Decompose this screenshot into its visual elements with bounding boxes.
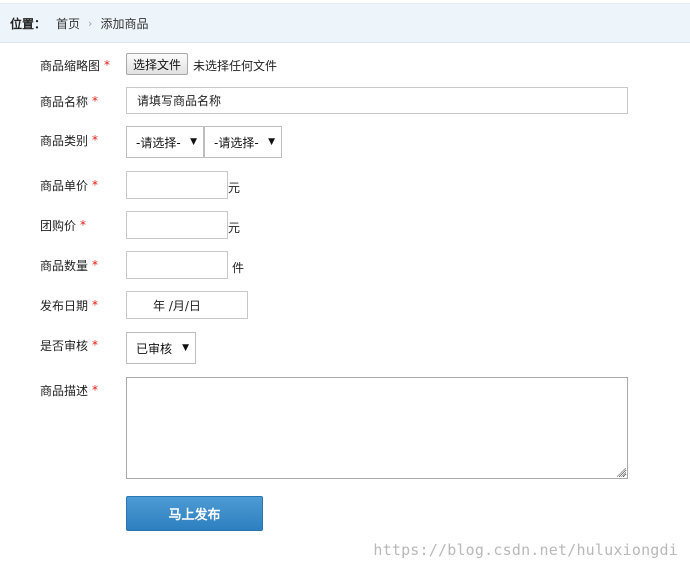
- triangle-down-icon: ▼: [182, 343, 189, 353]
- required-mark: *: [92, 94, 99, 108]
- review-select[interactable]: 已审核 ▼: [126, 332, 196, 364]
- required-mark: *: [92, 178, 99, 192]
- category-label-text: 商品类别: [40, 133, 89, 148]
- quantity-label-text: 商品数量: [40, 258, 89, 273]
- unit-price-unit: 元: [228, 180, 241, 195]
- unit-price-label: 商品单价 *: [40, 171, 98, 199]
- group-price-unit: 元: [228, 220, 241, 235]
- required-mark: *: [104, 58, 111, 72]
- description-textarea[interactable]: [126, 377, 628, 479]
- unit-price-label-text: 商品单价: [40, 178, 89, 193]
- category-select-secondary-value: -请选择-: [214, 135, 259, 150]
- chevron-right-icon: ›: [88, 16, 93, 30]
- unit-price-input[interactable]: [126, 171, 228, 199]
- category-label: 商品类别 *: [40, 126, 98, 154]
- group-price-label-text: 团购价: [40, 218, 77, 233]
- description-label-text: 商品描述: [40, 383, 89, 398]
- group-price-label: 团购价 *: [40, 211, 86, 239]
- breadcrumb-label: 位置：: [10, 16, 47, 31]
- quantity-label: 商品数量 *: [40, 251, 98, 279]
- description-label: 商品描述 *: [40, 377, 98, 403]
- group-price-input[interactable]: [126, 211, 228, 239]
- publish-button[interactable]: 马上发布: [126, 496, 263, 531]
- name-label: 商品名称 *: [40, 86, 98, 116]
- publish-date-input[interactable]: 年 /月/日: [126, 291, 248, 319]
- required-mark: *: [92, 298, 99, 312]
- review-row: 是否审核 * 已审核 ▼: [0, 332, 690, 364]
- unit-price-row: 商品单价 * 元: [0, 171, 690, 199]
- category-row: 商品类别 * -请选择- ▼ -请选择- ▼: [0, 126, 690, 158]
- watermark: https://blog.csdn.net/huluxiongdi: [373, 541, 678, 559]
- quantity-input[interactable]: [126, 251, 228, 279]
- thumbnail-label: 商品缩略图 *: [40, 50, 110, 80]
- publish-date-label: 发布日期 *: [40, 291, 98, 319]
- name-row: 商品名称 *: [0, 86, 690, 116]
- product-name-input[interactable]: [126, 87, 628, 114]
- name-label-text: 商品名称: [40, 94, 89, 109]
- publish-date-label-text: 发布日期: [40, 298, 89, 313]
- category-select-primary[interactable]: -请选择- ▼: [126, 126, 204, 158]
- thumbnail-label-text: 商品缩略图: [40, 58, 101, 73]
- required-mark: *: [92, 258, 99, 272]
- breadcrumb: 位置： 首页 › 添加商品: [0, 3, 690, 43]
- required-mark: *: [92, 383, 99, 397]
- publish-date-placeholder: 年 /月/日: [153, 298, 201, 313]
- review-select-value: 已审核: [136, 341, 173, 356]
- quantity-row: 商品数量 * 件: [0, 251, 690, 279]
- review-label: 是否审核 *: [40, 332, 98, 358]
- triangle-down-icon: ▼: [268, 137, 275, 147]
- thumbnail-row: 商品缩略图 * 选择文件 未选择任何文件: [0, 50, 690, 80]
- required-mark: *: [92, 133, 99, 147]
- category-select-secondary[interactable]: -请选择- ▼: [204, 126, 282, 158]
- triangle-down-icon: ▼: [190, 137, 197, 147]
- quantity-unit: 件: [232, 260, 245, 275]
- required-mark: *: [92, 338, 99, 352]
- required-mark: *: [80, 218, 87, 232]
- breadcrumb-home-link[interactable]: 首页: [56, 15, 80, 32]
- category-select-primary-value: -请选择-: [136, 135, 181, 150]
- file-status-text: 未选择任何文件: [193, 58, 278, 73]
- group-price-row: 团购价 * 元: [0, 211, 690, 239]
- publish-date-row: 发布日期 * 年 /月/日: [0, 291, 690, 319]
- review-label-text: 是否审核: [40, 338, 89, 353]
- breadcrumb-current: 添加商品: [100, 16, 149, 31]
- choose-file-button[interactable]: 选择文件: [126, 53, 189, 75]
